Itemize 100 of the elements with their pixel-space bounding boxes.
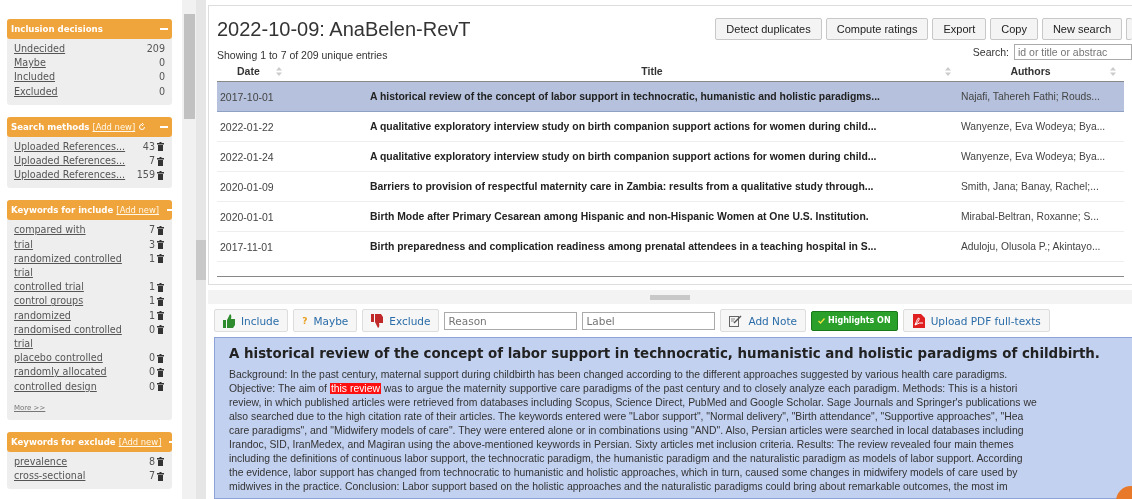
trash-icon[interactable] [157,471,164,481]
toolbar-button[interactable]: Compute ratings [825,18,929,40]
table-cell: Wanyenze, Eva Wodeya; Bya... [959,142,1124,172]
abstract-title: A historical review of the concept of labor support in technocratic, humanistic and holistic paradigms of childbirth. [229,346,1101,361]
trash-icon[interactable] [157,296,164,306]
include-button[interactable]: Include [214,309,289,332]
resize-handle[interactable] [196,240,206,280]
trash-icon[interactable] [157,311,164,321]
note-icon [729,314,743,327]
toolbar-button[interactable]: New search [1041,18,1122,40]
count-text: 7 [148,153,155,168]
table-cell: A historical review of the concept of labor support in technocratic, humanistic and holistic paradigms... [367,82,959,112]
resize-handle[interactable] [650,294,690,300]
toolbar-button[interactable]: Export [932,18,987,40]
trash-icon[interactable] [157,240,164,250]
filter-link[interactable]: Uploaded References... [14,168,136,183]
table-cell: A qualitative exploratory interview study on birth companion support actions for women during child... [367,112,959,142]
filter-link[interactable]: controlled trial [14,280,136,295]
review-title: 2022-10-09: AnaBelen-RevT [217,17,472,41]
toolbar-button[interactable]: Detect duplicates [715,18,822,40]
table-cell: 2017-10-01 [217,82,367,112]
table-cell: A qualitative exploratory interview study on birth companion support actions for women during child... [367,142,959,172]
table-cell: Najafi, Tahereh Fathi; Rouds... [959,82,1124,112]
count-text: 0 [158,70,165,85]
pdf-icon [911,313,925,328]
filter-link[interactable]: Uploaded References... [14,139,136,154]
filter-link[interactable]: randomized [14,308,136,323]
thumbs-down-icon [371,313,384,328]
filter-link[interactable]: compared with [14,223,136,238]
table-cell: Birth preparedness and complication readiness among prenatal attendees in a teaching hospital in S... [367,232,959,262]
table-cell: 2017-11-01 [217,232,367,262]
count-text: 8 [148,454,155,469]
filter-link[interactable]: randomly allocated [14,365,136,380]
count-text: 1 [148,280,155,295]
table-cell: Smith, Jana; Banay, Rachel;... [959,172,1124,202]
count-text: 0 [148,322,155,337]
trash-icon[interactable] [157,367,164,377]
scrollbar-thumb[interactable] [184,14,195,119]
table-cell: Mirabal-Beltran, Roxanne; S... [959,202,1124,232]
count-text: 1 [148,251,155,266]
trash-icon[interactable] [157,225,164,235]
trash-icon[interactable] [157,353,164,363]
table-cell: 2022-01-24 [217,142,367,172]
filter-link[interactable]: Excluded [14,84,159,99]
table-cell: Barriers to provision of respectful maternity care in Zambia: results from a qualitative study through... [367,172,959,202]
filter-link[interactable]: cross-sectional [14,469,136,484]
count-text: 1 [148,294,155,309]
trash-icon[interactable] [157,382,164,392]
filter-link[interactable]: controlled design [14,379,136,394]
abstract-text: Background: In the past century, maternal support during childbirth has been changed according to the different approaches suggested by various health care paradigms. Objective: The aim of this review was to argue the maternity supportive care paradigms of the past century and to closely analyze each paradigm. Methods: This is a histori review, in which published articles were retrieved from databases including Scopus, Science Direct, PubMed and Google Scholar. Sage Journals and Springer's publications we also searched due to the high citation rate of their articles. The keywords entered were "Labor support", "Normal delivery", "Birth attendance", "Supportive approaches", "Hea care paradigms", and "Midwifery models of care". They were entered alone or in combinations using "AND". Also, Persian articles were searched in local databases including Irandoc, SID, IranMedex, and Magiran using the above-mentioned keywords in Persian. Sixty articles met inclusion criteria. Results: The review revealed four main themes including the definitions of continuous labor support, the technocratic paradigm, the humanistic paradigm and the naturalistic paradigm as models of labor support. According the evidence, labor support has changed from technocratic to humanistic and holistic approaches, which in turn, caused some changes in midwifery models of care used by midwives in the practice. Conclusion: Labor support based on the holistic approaches and the naturalistic paradigms could bring about remarkable outcomes, the most im [229,368,1038,494]
trash-icon[interactable] [157,156,164,166]
filter-link[interactable]: Undecided [14,42,147,57]
filter-link[interactable]: prevalence [14,454,136,470]
table-cell: 2020-01-01 [217,202,367,232]
question-mark-icon: ? [302,315,308,326]
thumbs-up-icon [223,313,235,328]
count-text: 3 [148,237,155,252]
table-cell: Aduloju, Olusola P.; Akintayo... [959,232,1124,262]
upload-pdf-button[interactable]: Upload PDF full-texts [902,309,1050,332]
label-field[interactable]: Label [582,311,716,330]
search-label: Search: [972,46,1009,58]
toolbar-button[interactable]: Copy [990,18,1038,40]
panel-title: Keywords for include [11,205,114,216]
count-text: 0 [158,56,165,71]
check-icon [818,317,825,324]
count-text: 43 [142,139,155,154]
count-text: 0 [148,379,155,394]
panel-title: Inclusion decisions [11,24,103,34]
table-cell: 2022-01-22 [217,112,367,142]
add-note-button[interactable]: Add Note [720,309,806,332]
trash-icon[interactable] [157,457,164,467]
count-text: 159 [136,168,155,183]
reason-field[interactable]: Reason [444,311,578,330]
table-cell: Wanyenze, Eva Wodeya; Bya... [959,112,1124,142]
maybe-button[interactable]: ? Maybe [293,309,358,332]
table-cell: 2020-01-09 [217,172,367,202]
filter-link[interactable]: control groups [14,294,136,309]
search-field[interactable]: id or title or abstrac [1014,44,1132,60]
table-cell: Birth Mode after Primary Cesarean among Hispanic and non-Hispanic Women at One U.S. Institution. [367,202,959,232]
filter-link[interactable]: Maybe [14,56,159,71]
count-text: 7 [148,223,155,238]
count-text: 0 [148,365,155,380]
trash-icon[interactable] [157,325,164,335]
entries-summary: Showing 1 to 7 of 209 unique entries [217,48,389,61]
count-text: 209 [146,42,165,56]
filter-link[interactable]: Uploaded References... [14,154,136,169]
panel-title: Keywords for exclude [11,436,116,447]
count-text: 1 [148,308,155,323]
trash-icon[interactable] [157,170,164,180]
exclude-button[interactable]: Exclude [362,309,440,332]
filter-link[interactable]: Included [14,70,159,85]
trash-icon[interactable] [157,142,164,152]
trash-icon[interactable] [157,254,164,264]
panel-title: Search methods [11,121,90,132]
filter-link[interactable]: placebo controlled [14,351,136,366]
count-text: 7 [148,468,155,483]
filter-link[interactable]: trial [14,237,136,252]
trash-icon[interactable] [157,282,164,292]
count-text: 0 [148,351,155,366]
count-text: 0 [158,84,165,99]
